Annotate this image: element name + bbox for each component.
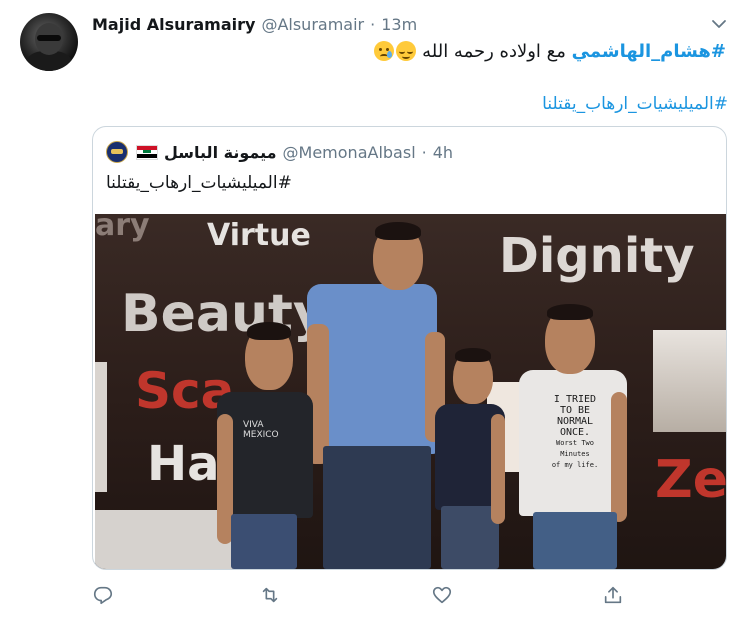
heart-icon[interactable] [431, 584, 455, 608]
photo-word-ha: Ha [147, 436, 220, 492]
boy-small-arm [491, 414, 505, 524]
retweet-icon[interactable] [259, 584, 283, 608]
boy-right-jeans [533, 512, 617, 569]
photo-word-ary: ary [95, 214, 150, 243]
tweet-text-line1: #هشام_الهاشمي مع اولاده رحمه الله [371, 38, 726, 64]
share-icon[interactable] [602, 584, 626, 608]
shirt-line: TO BE [559, 405, 591, 416]
man-jeans [323, 446, 431, 569]
chevron-down-icon[interactable] [711, 16, 727, 30]
iraq-flag-icon [136, 144, 158, 160]
man-hair [375, 222, 421, 240]
photo-poster-left [95, 362, 107, 492]
boy-right-hair [547, 304, 593, 320]
photo-poster-paris [653, 330, 726, 432]
tweet-action-bar [92, 584, 652, 608]
boy-right-arm [611, 392, 627, 522]
boy-left-shirt-text: VIVA MEXICO [243, 420, 279, 440]
tweet-time[interactable]: 13m [381, 15, 417, 34]
photo-word-virtue: Virtue [207, 218, 311, 253]
shirt-line: Worst Two [556, 439, 594, 447]
header-separator: · [370, 14, 376, 34]
emoji-tear [387, 51, 393, 58]
quoted-text: #الميليشيات_ارهاب_يقتلنا [106, 173, 292, 193]
tweet-header: Majid Alsuramairy @Alsuramair · 13m [92, 14, 417, 34]
photo-stones-poster [95, 510, 235, 569]
emoji-eye-left [379, 48, 383, 51]
quoted-author-handle[interactable]: @MemonaAlbasl [283, 143, 416, 162]
boy-right-shirt-text: I TRIED TO BE NORMAL ONCE. Worst Two Min… [543, 394, 607, 471]
quoted-time[interactable]: 4h [433, 143, 453, 162]
boy-left-jeans [231, 514, 297, 569]
author-handle[interactable]: @Alsuramair [261, 15, 364, 34]
emoji-mouth [402, 54, 411, 59]
photo-word-ze: Ze [655, 450, 726, 510]
quoted-avatar[interactable] [106, 141, 128, 163]
tweet-text: مع اولاده رحمه الله [422, 40, 566, 62]
photo-word-dignity: Dignity [499, 228, 695, 284]
author-avatar[interactable] [20, 13, 78, 71]
shirt-line: Minutes [560, 450, 590, 458]
boy-small-hair [455, 348, 491, 362]
shirt-line: I TRIED [553, 394, 597, 405]
quoted-separator: · [421, 142, 427, 162]
shirt-line: NORMAL [556, 416, 594, 427]
relieved-face-icon [396, 41, 417, 61]
hashtag-hisham[interactable]: #هشام_الهاشمي [572, 41, 726, 62]
photo-word-beauty: Beauty [121, 284, 327, 344]
quoted-author-name[interactable]: ميمونة الباسل [164, 143, 277, 162]
shirt-line: ONCE. [559, 427, 591, 438]
author-name[interactable]: Majid Alsuramairy [92, 15, 255, 34]
quoted-photo[interactable]: ary Virtue Dignity Beauty Sca Ha Ze VIVA… [95, 214, 726, 569]
boy-left-hair [247, 322, 291, 340]
hashtag-militias[interactable]: #الميليشيات_ارهاب_يقتلنا [542, 94, 728, 114]
quoted-header: ميمونة الباسل @MemonaAlbasl · 4h [106, 141, 453, 163]
reply-icon[interactable] [92, 584, 116, 608]
quoted-tweet[interactable]: ميمونة الباسل @MemonaAlbasl · 4h #الميلي… [92, 126, 727, 570]
shirt-line: of my life. [551, 461, 599, 469]
crying-face-icon [374, 41, 395, 61]
avatar-glasses [37, 35, 61, 41]
